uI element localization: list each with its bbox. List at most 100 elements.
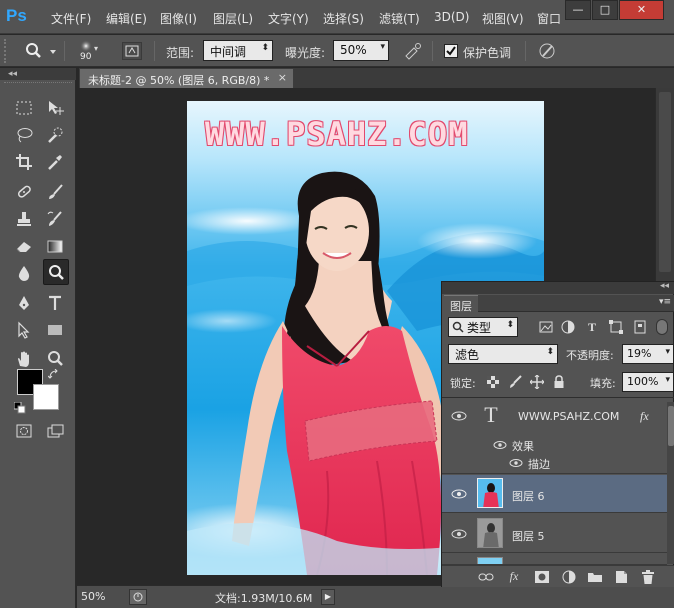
blur-tool[interactable] [12,262,36,284]
range-dropdown[interactable]: 中间调 ⬍ [203,40,273,61]
type-tool[interactable] [43,292,67,314]
lock-all-button[interactable] [551,374,567,390]
restore-button[interactable]: □ [592,0,618,20]
new-layer-button[interactable] [613,569,629,585]
panel-menu-icon[interactable]: ▾≡ [659,297,671,307]
path-selection-tool[interactable] [12,319,36,341]
delete-layer-button[interactable] [640,569,656,585]
eye-icon[interactable] [451,410,467,422]
collapse-panel-button[interactable]: ◂◂ [660,281,669,291]
eyedropper-tool[interactable] [43,151,67,173]
status-info-button[interactable] [129,589,147,605]
filter-type-icon[interactable]: T [584,319,600,335]
filter-adjustment-button[interactable] [560,319,576,335]
filter-pixel-button[interactable] [538,319,554,335]
menu-type[interactable]: 文字(Y) [268,10,309,27]
close-tab-icon[interactable]: × [278,71,287,84]
background-color-swatch[interactable] [33,384,59,410]
add-layer-style-button[interactable]: fx [506,568,522,584]
link-layers-button[interactable] [478,569,494,585]
brush-tool[interactable] [43,181,67,203]
checker-lock-icon [487,376,499,388]
menu-window[interactable]: 窗口 [537,10,561,27]
menu-image[interactable]: 图像(I) [160,10,197,27]
adjustment-icon [562,570,576,584]
fill-value: 100% [627,375,659,388]
pressure-size-toggle[interactable] [538,42,558,60]
layer-filter-dropdown[interactable]: 类型 ⬍ [448,317,518,337]
crop-tool[interactable] [12,151,36,173]
filter-smart-object-button[interactable] [632,319,648,335]
brush-lock-icon [510,375,522,388]
menu-file[interactable]: 文件(F) [51,10,91,27]
stroke-effect-eye-icon[interactable] [508,457,524,469]
menu-filter[interactable]: 滤镜(T) [379,10,420,27]
history-brush-tool[interactable] [43,208,67,230]
layer-row-text[interactable]: T WWW.PSAHZ.COM fx 效果 描边 [442,398,667,474]
zoom-tool[interactable] [43,348,67,370]
layer-row-partial[interactable] [442,554,667,565]
opacity-label: 不透明度: [566,349,614,362]
filter-toggle-switch[interactable] [656,319,668,335]
blend-mode-dropdown[interactable]: 滤色 ⬍ [448,344,558,364]
options-grip[interactable] [4,39,10,63]
lock-transparent-button[interactable] [485,374,501,390]
adjustment-filter-icon [561,320,575,334]
lasso-tool[interactable] [12,124,36,146]
pen-tool[interactable] [12,292,36,314]
opacity-input[interactable]: 19% ▾ [622,344,674,364]
layer-row[interactable]: 图层 5 [442,514,667,553]
exposure-input[interactable]: 50% ▾ [333,40,389,61]
eye-icon[interactable] [451,528,467,540]
close-button[interactable]: ✕ [619,0,664,20]
menu-edit[interactable]: 编辑(E) [106,10,147,27]
layer-effects-fx-icon[interactable]: fx [640,409,649,424]
marquee-tool[interactable] [12,97,36,119]
tools-collapse[interactable]: ◂◂ [0,68,76,80]
eye-icon[interactable] [451,488,467,500]
layer-row-selected[interactable]: 图层 6 [442,475,667,513]
tool-preset-picker[interactable] [22,41,58,61]
menu-layer[interactable]: 图层(L) [213,10,253,27]
lock-image-button[interactable] [507,374,523,390]
scrollbar-thumb[interactable] [659,92,671,272]
menu-select[interactable]: 选择(S) [323,10,364,27]
layers-scrollbar-thumb[interactable] [668,406,674,446]
filter-shape-button[interactable] [608,319,624,335]
sponge-icon [49,265,64,280]
healing-brush-tool[interactable] [12,181,36,203]
menu-view[interactable]: 视图(V) [482,10,524,27]
drop-icon [18,266,30,281]
screen-mode-button[interactable] [43,420,67,442]
hand-tool[interactable] [12,348,36,370]
add-mask-button[interactable] [534,569,550,585]
swap-colors-button[interactable] [47,368,60,381]
zoom-level[interactable]: 50% [81,590,105,603]
default-colors-button[interactable] [13,401,26,414]
quick-selection-tool[interactable] [43,124,67,146]
new-group-button[interactable] [587,569,603,585]
crop-icon [16,154,32,170]
clone-stamp-tool[interactable] [12,208,36,230]
document-size-info: 文档:1.93M/10.6M [215,592,313,605]
quick-mask-button[interactable] [12,420,36,442]
document-tab[interactable]: 未标题-2 @ 50% (图层 6, RGB/8) * × [79,68,294,88]
minimize-button[interactable]: — [565,0,591,20]
quick-selection-icon [48,127,63,143]
rectangle-tool[interactable] [43,319,67,341]
airbrush-toggle[interactable] [403,42,423,60]
eraser-tool[interactable] [12,235,36,257]
menu-3d[interactable]: 3D(D) [434,10,469,24]
effects-eye-icon[interactable] [492,439,508,451]
status-menu-arrow[interactable]: ▶ [321,589,335,605]
protect-tones-checkbox[interactable] [444,44,458,58]
brush-panel-toggle[interactable] [122,42,142,60]
lock-position-button[interactable] [529,374,545,390]
brush-preset-picker[interactable]: 90 ▾ [74,38,100,64]
layers-tab[interactable]: 图层 [444,295,478,313]
gradient-tool[interactable] [43,235,67,257]
fill-input[interactable]: 100% ▾ [622,372,674,392]
move-tool[interactable] [43,97,67,119]
sponge-tool[interactable] [43,259,69,285]
new-adjustment-layer-button[interactable] [561,569,577,585]
